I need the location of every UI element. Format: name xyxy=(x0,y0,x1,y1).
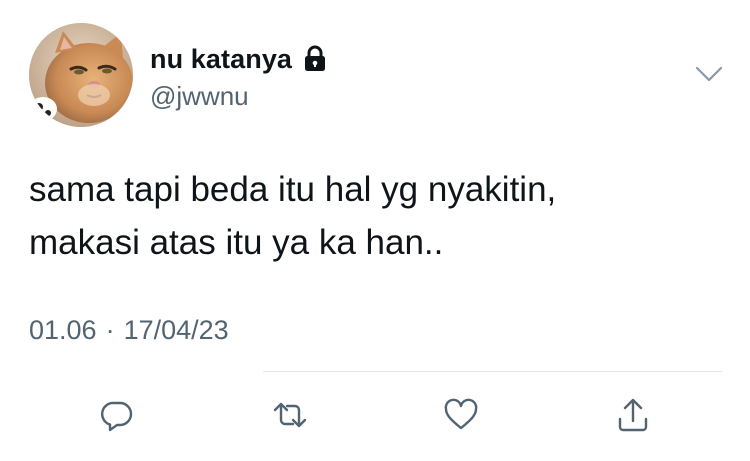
avatar[interactable] xyxy=(29,23,133,127)
retweet-icon xyxy=(272,398,308,432)
tweet-text-line: sama tapi beda itu hal yg nyakitin, xyxy=(29,170,557,209)
share-button[interactable] xyxy=(611,393,655,437)
tweet-timestamp[interactable]: 01.06 · 17/04/23 xyxy=(29,315,229,346)
reply-icon xyxy=(100,398,134,432)
display-name[interactable]: nu katanya xyxy=(150,44,292,75)
retweet-button[interactable] xyxy=(268,393,312,437)
tweet-text: sama tapi beda itu hal yg nyakitin, maka… xyxy=(29,163,719,269)
action-bar xyxy=(0,393,750,441)
tweet-text-line: makasi atas itu ya ka han.. xyxy=(29,223,444,262)
tweet-card: nu katanya @jwwnu sama tapi beda itu hal… xyxy=(0,0,750,461)
user-handle[interactable]: @jwwnu xyxy=(150,81,249,112)
cat-avatar-image xyxy=(29,23,133,127)
share-icon xyxy=(616,397,650,433)
divider xyxy=(263,371,722,372)
like-button[interactable] xyxy=(439,393,483,437)
timestamp-separator: · xyxy=(105,315,115,345)
tweet-date: 17/04/23 xyxy=(123,315,229,345)
heart-icon xyxy=(443,398,479,432)
author-row: nu katanya xyxy=(150,42,328,76)
lock-icon xyxy=(302,45,328,73)
chevron-down-icon[interactable] xyxy=(693,62,725,86)
reply-button[interactable] xyxy=(95,393,139,437)
tweet-time: 01.06 xyxy=(29,315,97,345)
